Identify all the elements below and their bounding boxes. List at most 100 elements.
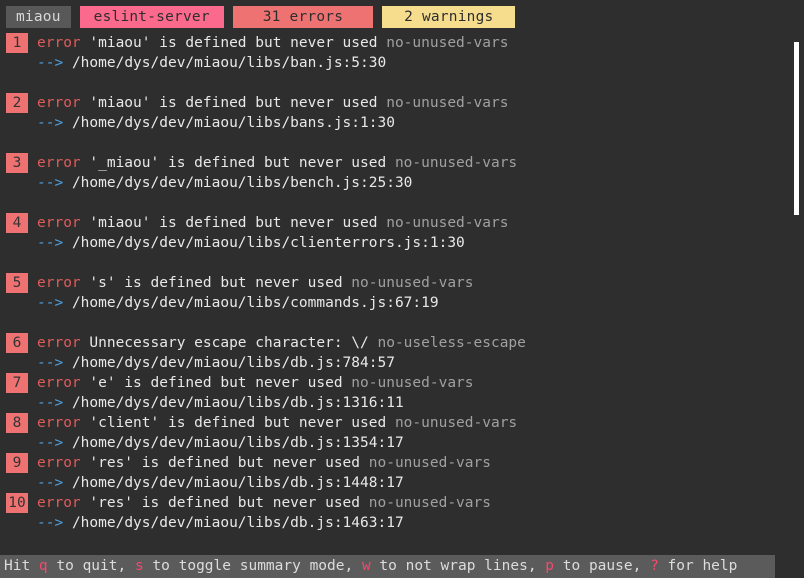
error-message: 'res' is defined but never used (89, 495, 361, 511)
status-key[interactable]: p (545, 558, 554, 574)
severity-label: error (37, 215, 81, 231)
file-location[interactable]: /home/dys/dev/miaou/libs/db.js:1354:17 (72, 435, 404, 451)
errors-count-badge: 31 errors (232, 5, 374, 28)
severity-label: error (37, 95, 81, 111)
error-index-badge: 9 (6, 453, 28, 473)
status-key[interactable]: q (39, 558, 48, 574)
error-headline: 4 error 'miaou' is defined but never used… (6, 213, 790, 233)
error-index-badge: 3 (6, 153, 28, 173)
error-index-badge: 7 (6, 373, 28, 393)
error-entry[interactable]: 10 error 'res' is defined but never used … (0, 493, 790, 533)
error-message: 'client' is defined but never used (89, 415, 387, 431)
eslint-rule-name: no-useless-escape (377, 335, 526, 351)
status-text: Hit (4, 558, 39, 574)
eslint-rule-name: no-unused-vars (351, 275, 474, 291)
error-message: 'miaou' is defined but never used (89, 35, 378, 51)
severity-label: error (37, 275, 81, 291)
severity-label: error (37, 35, 81, 51)
error-headline: 8 error 'client' is defined but never use… (6, 413, 790, 433)
error-headline: 5 error 's' is defined but never used no-… (6, 273, 790, 293)
file-location[interactable]: /home/dys/dev/miaou/libs/db.js:784:57 (72, 355, 395, 371)
error-entry[interactable]: 2 error 'miaou' is defined but never used… (0, 93, 790, 133)
error-headline: 1 error 'miaou' is defined but never used… (6, 33, 790, 53)
error-entry[interactable]: 1 error 'miaou' is defined but never used… (0, 33, 790, 73)
error-message: 'miaou' is defined but never used (89, 215, 378, 231)
error-location-line[interactable]: --> /home/dys/dev/miaou/libs/clienterror… (6, 233, 790, 253)
arrow-icon: --> (37, 115, 64, 131)
error-location-line[interactable]: --> /home/dys/dev/miaou/libs/db.js:784:5… (6, 353, 790, 373)
error-location-line[interactable]: --> /home/dys/dev/miaou/libs/commands.js… (6, 293, 790, 313)
status-key[interactable]: ? (650, 558, 659, 574)
error-location-line[interactable]: --> /home/dys/dev/miaou/libs/db.js:1463:… (6, 513, 790, 533)
eslint-rule-name: no-unused-vars (368, 495, 491, 511)
severity-label: error (37, 455, 81, 471)
error-headline: 3 error '_miaou' is defined but never use… (6, 153, 790, 173)
severity-label: error (37, 415, 81, 431)
arrow-icon: --> (37, 355, 64, 371)
arrow-icon: --> (37, 235, 64, 251)
error-index-badge: 1 (6, 33, 28, 53)
severity-label: error (37, 155, 81, 171)
file-location[interactable]: /home/dys/dev/miaou/libs/db.js:1448:17 (72, 475, 404, 491)
status-text: to quit, (47, 558, 135, 574)
arrow-icon: --> (37, 515, 64, 531)
scrollbar-thumb[interactable] (794, 42, 799, 215)
project-badge: miaou (6, 5, 71, 28)
error-entry[interactable]: 4 error 'miaou' is defined but never used… (0, 213, 790, 253)
terminal-window: miaou eslint-server 31 errors 2 warnings… (0, 0, 804, 578)
error-location-line[interactable]: --> /home/dys/dev/miaou/libs/db.js:1316:… (6, 393, 790, 413)
error-entry[interactable]: 9 error 'res' is defined but never used n… (0, 453, 790, 493)
severity-label: error (37, 495, 81, 511)
file-location[interactable]: /home/dys/dev/miaou/libs/clienterrors.js… (72, 235, 465, 251)
file-location[interactable]: /home/dys/dev/miaou/libs/db.js:1463:17 (72, 515, 404, 531)
error-headline: 7 error 'e' is defined but never used no-… (6, 373, 790, 393)
file-location[interactable]: /home/dys/dev/miaou/libs/bench.js:25:30 (72, 175, 412, 191)
eslint-rule-name: no-unused-vars (386, 35, 509, 51)
scrollbar-track[interactable] (790, 33, 804, 545)
error-entry[interactable]: 7 error 'e' is defined but never used no-… (0, 373, 790, 413)
error-location-line[interactable]: --> /home/dys/dev/miaou/libs/bans.js:1:3… (6, 113, 790, 133)
status-text: to toggle summary mode, (143, 558, 362, 574)
file-location[interactable]: /home/dys/dev/miaou/libs/db.js:1316:11 (72, 395, 404, 411)
error-headline: 9 error 'res' is defined but never used n… (6, 453, 790, 473)
error-entry[interactable]: 5 error 's' is defined but never used no-… (0, 273, 790, 313)
status-text: to not wrap lines, (370, 558, 546, 574)
error-location-line[interactable]: --> /home/dys/dev/miaou/libs/db.js:1448:… (6, 473, 790, 493)
error-headline: 6 error Unnecessary escape character: \/ … (6, 333, 790, 353)
error-entry[interactable]: 6 error Unnecessary escape character: \/ … (0, 333, 790, 373)
error-location-line[interactable]: --> /home/dys/dev/miaou/libs/bench.js:25… (6, 173, 790, 193)
error-location-line[interactable]: --> /home/dys/dev/miaou/libs/db.js:1354:… (6, 433, 790, 453)
error-index-badge: 5 (6, 273, 28, 293)
file-location[interactable]: /home/dys/dev/miaou/libs/ban.js:5:30 (72, 55, 386, 71)
error-message: '_miaou' is defined but never used (89, 155, 387, 171)
file-location[interactable]: /home/dys/dev/miaou/libs/bans.js:1:30 (72, 115, 395, 131)
error-index-badge: 8 (6, 413, 28, 433)
eslint-rule-name: no-unused-vars (386, 215, 509, 231)
error-message: 'miaou' is defined but never used (89, 95, 378, 111)
error-headline: 10 error 'res' is defined but never used … (6, 493, 790, 513)
status-key[interactable]: w (362, 558, 371, 574)
warnings-count-badge: 2 warnings (382, 5, 516, 28)
error-message: 'e' is defined but never used (89, 375, 343, 391)
eslint-rule-name: no-unused-vars (394, 155, 518, 171)
arrow-icon: --> (37, 55, 64, 71)
status-bar-hints: Hit q to quit, s to toggle summary mode,… (0, 555, 775, 578)
eslint-rule-name: no-unused-vars (394, 415, 518, 431)
error-index-badge: 10 (6, 493, 28, 513)
arrow-icon: --> (37, 395, 64, 411)
error-list[interactable]: 1 error 'miaou' is defined but never used… (0, 33, 790, 545)
arrow-icon: --> (37, 475, 64, 491)
error-location-line[interactable]: --> /home/dys/dev/miaou/libs/ban.js:5:30 (6, 53, 790, 73)
status-key[interactable]: s (135, 558, 144, 574)
error-index-badge: 6 (6, 333, 28, 353)
eslint-rule-name: no-unused-vars (351, 375, 474, 391)
error-index-badge: 2 (6, 93, 28, 113)
status-text: to pause, (554, 558, 651, 574)
severity-label: error (37, 375, 81, 391)
arrow-icon: --> (37, 295, 64, 311)
file-location[interactable]: /home/dys/dev/miaou/libs/commands.js:67:… (72, 295, 439, 311)
status-bar: Hit q to quit, s to toggle summary mode,… (0, 555, 804, 578)
error-index-badge: 4 (6, 213, 28, 233)
error-entry[interactable]: 3 error '_miaou' is defined but never use… (0, 153, 790, 193)
error-entry[interactable]: 8 error 'client' is defined but never use… (0, 413, 790, 453)
